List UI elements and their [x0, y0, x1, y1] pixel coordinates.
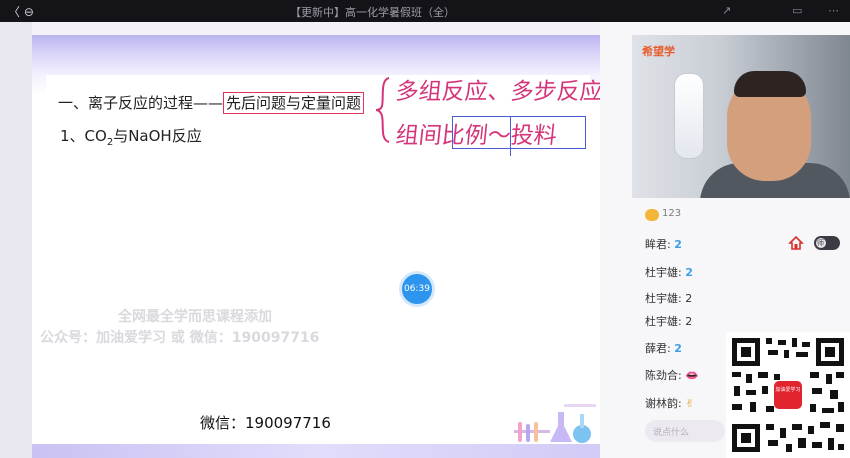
- handwritten-brace: [375, 77, 390, 143]
- chat-username: 陈劲合:: [645, 369, 682, 382]
- share-icon[interactable]: ↗: [722, 4, 731, 17]
- section-heading: 一、离子反应的过程—— 先后问题与定量问题: [58, 92, 365, 114]
- chat-username: 杜宇雄:: [645, 315, 682, 328]
- subsection-prefix: 1、CO: [60, 127, 107, 145]
- chat-message: 眸君: 2: [645, 236, 682, 252]
- video-lamp: [674, 73, 704, 159]
- app-window: 〈 ⊖ 【更新中】高一化学暑假班（全） ↗ ▭ ⋯ 一、离子反应的过程—— 先后问…: [0, 0, 850, 458]
- handwriting-box: [452, 116, 586, 149]
- chat-message: 杜宇雄: 2: [645, 290, 692, 306]
- chat-content: 2: [674, 342, 682, 355]
- chat-input-placeholder: 说点什么: [653, 428, 690, 438]
- watermark-line-1: 全网最全学而思课程添加: [118, 309, 272, 325]
- countdown-timer[interactable]: 06:39: [399, 271, 435, 307]
- watermark-line-2: 公众号：加油爱学习 或 微信：190097716: [40, 330, 320, 346]
- toggle-label: 师: [817, 239, 824, 247]
- handwriting-line-1: 多组反应、多步反应: [394, 79, 605, 105]
- more-icon[interactable]: ⋯: [828, 4, 839, 17]
- subsection-heading: 1、CO2与NaOH反应: [60, 125, 202, 148]
- chat-message: 谢林韵: ✌: [645, 395, 694, 411]
- chat-content: 2: [685, 266, 693, 279]
- chat-username: 薛君:: [645, 342, 671, 355]
- chat-content: 👄: [685, 369, 699, 382]
- chat-message: 杜宇雄: 2: [645, 313, 692, 329]
- home-icon[interactable]: [788, 235, 804, 251]
- like-count: 123: [662, 208, 682, 219]
- wechat-contact: 微信：190097716: [200, 414, 331, 432]
- chat-content: 2: [685, 292, 693, 305]
- chat-username: 杜宇雄:: [645, 292, 682, 305]
- teacher-video[interactable]: 希望学: [632, 35, 850, 198]
- teacher-hair: [734, 71, 806, 97]
- handwriting-divider: [510, 116, 511, 156]
- chat-username: 眸君:: [645, 238, 671, 251]
- title-bar: 〈 ⊖ 【更新中】高一化学暑假班（全） ↗ ▭ ⋯: [0, 0, 850, 22]
- chat-content: 2: [674, 238, 682, 251]
- chat-input[interactable]: 说点什么: [645, 420, 725, 442]
- section-heading-prefix: 一、离子反应的过程——: [58, 94, 224, 112]
- window-mode-icon[interactable]: ▭: [792, 4, 802, 17]
- section-heading-highlight: 先后问题与定量问题: [223, 92, 365, 114]
- left-gutter: [0, 22, 32, 458]
- chat-message: 陈劲合: 👄: [645, 367, 699, 383]
- teacher-only-toggle[interactable]: 师: [814, 236, 840, 250]
- chat-content: ✌: [685, 397, 695, 410]
- like-coin-icon[interactable]: [645, 209, 659, 221]
- qr-brand-badge: 加油爱学习: [774, 381, 802, 409]
- back-button[interactable]: 〈 ⊖: [8, 3, 34, 20]
- lab-flasks-illustration: [514, 404, 596, 443]
- chat-username: 杜宇雄:: [645, 266, 682, 279]
- brand-logo: 希望学: [642, 45, 675, 58]
- chat-message: 杜宇雄: 2: [645, 264, 693, 280]
- window-title: 【更新中】高一化学暑假班（全）: [290, 6, 455, 19]
- chat-message: 薛君: 2: [645, 340, 682, 356]
- chat-content: 2: [685, 315, 693, 328]
- subsection-suffix: 与NaOH反应: [113, 127, 202, 145]
- chat-username: 谢林韵:: [645, 397, 682, 410]
